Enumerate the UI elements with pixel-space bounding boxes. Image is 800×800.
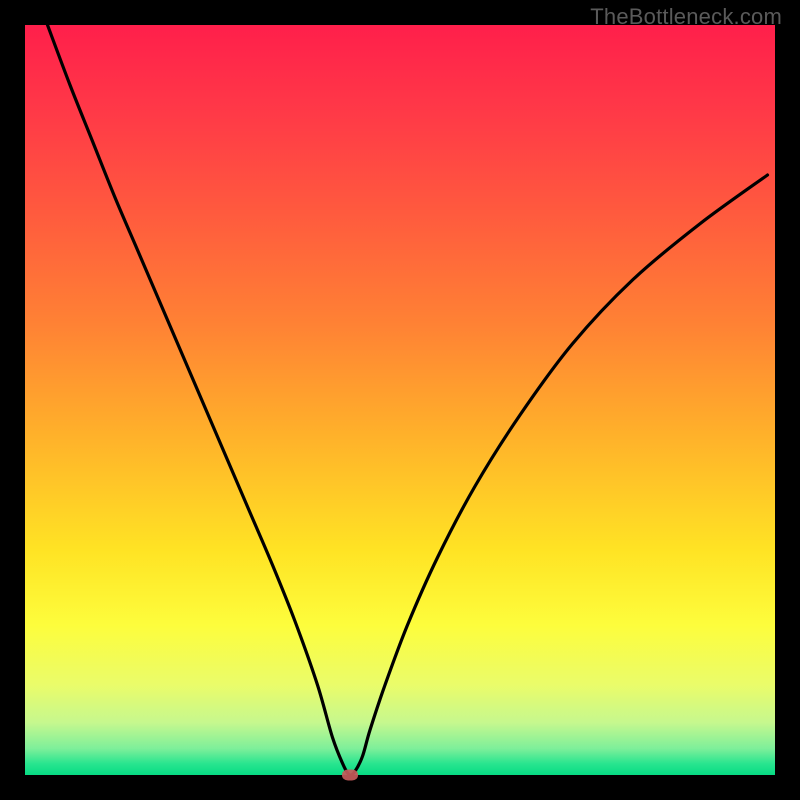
bottleneck-chart bbox=[25, 25, 775, 775]
chart-frame bbox=[25, 25, 775, 775]
watermark-text: TheBottleneck.com bbox=[590, 4, 782, 30]
gradient-background bbox=[25, 25, 775, 775]
optimal-point-marker bbox=[342, 770, 358, 781]
